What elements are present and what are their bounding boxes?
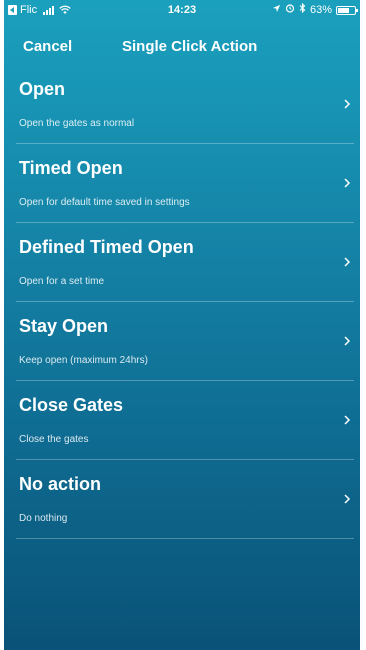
action-list: Open Open the gates as normal Timed Open… — [4, 65, 360, 539]
app-screen: Flic 14:23 63% Cancel Single Click Actio… — [4, 0, 360, 650]
nav-bar: Cancel Single Click Action — [4, 30, 360, 60]
action-title: Timed Open — [19, 158, 123, 178]
chevron-right-icon — [342, 335, 352, 347]
action-description: Open for default time saved in settings — [19, 197, 190, 208]
action-title: Close Gates — [19, 395, 124, 415]
bluetooth-icon — [299, 0, 306, 20]
battery-icon — [336, 5, 358, 15]
chevron-right-icon — [342, 177, 352, 189]
action-description: Keep open (maximum 24hrs) — [19, 355, 148, 366]
action-title: No action — [19, 474, 102, 494]
page-title: Single Click Action — [122, 38, 258, 55]
action-item-timed-open[interactable]: Timed Open Open for default time saved i… — [4, 144, 360, 223]
chevron-right-icon — [342, 493, 352, 505]
action-description: Open for a set time — [19, 276, 105, 287]
alarm-icon — [285, 0, 295, 20]
action-description: Do nothing — [19, 513, 68, 524]
action-description: Close the gates — [19, 434, 89, 445]
action-title: Open — [19, 79, 66, 99]
action-item-no-action[interactable]: No action Do nothing — [4, 460, 360, 539]
status-bar: Flic 14:23 63% — [4, 0, 360, 20]
location-icon — [272, 0, 281, 20]
action-title: Stay Open — [19, 316, 109, 336]
action-item-open[interactable]: Open Open the gates as normal — [4, 65, 360, 144]
chevron-right-icon — [342, 414, 352, 426]
chevron-right-icon — [342, 98, 352, 110]
chevron-right-icon — [342, 256, 352, 268]
battery-percent: 63% — [309, 4, 332, 16]
status-right: 63% — [272, 0, 358, 20]
action-item-close-gates[interactable]: Close Gates Close the gates — [4, 381, 360, 460]
action-item-stay-open[interactable]: Stay Open Keep open (maximum 24hrs) — [4, 302, 360, 381]
cancel-button[interactable]: Cancel — [23, 38, 72, 55]
action-description: Open the gates as normal — [19, 118, 135, 129]
action-item-defined-timed-open[interactable]: Defined Timed Open Open for a set time — [4, 223, 360, 302]
action-title: Defined Timed Open — [19, 237, 194, 257]
